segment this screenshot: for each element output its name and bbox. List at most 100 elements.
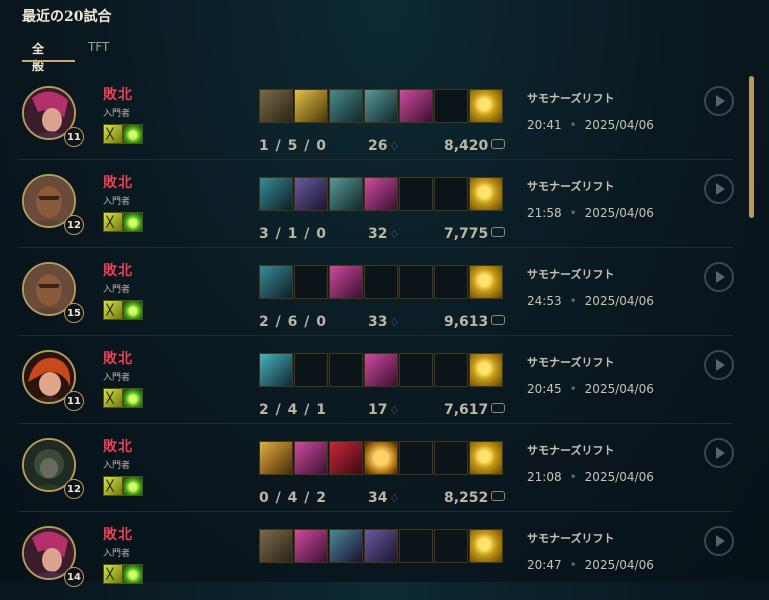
scrollbar-thumb[interactable] bbox=[749, 76, 754, 218]
empty-item-slot bbox=[399, 353, 433, 387]
replay-button[interactable] bbox=[704, 86, 734, 116]
kda-text: 1 / 5 / 0 bbox=[259, 138, 327, 154]
gem-item-icon bbox=[294, 441, 328, 475]
cs-value: 32 bbox=[368, 226, 388, 242]
flash-spell-icon: ᚷ bbox=[103, 476, 123, 496]
ward-trinket-icon bbox=[469, 353, 503, 387]
tab-general[interactable]: 全般 bbox=[32, 40, 44, 74]
replay-button[interactable] bbox=[704, 174, 734, 204]
gem-item-icon bbox=[364, 177, 398, 211]
ward-trinket-icon bbox=[469, 441, 503, 475]
cs-stat: 17 ♢ bbox=[368, 402, 399, 418]
flash-spell-icon: ᚷ bbox=[103, 212, 123, 232]
rank-label: 入門者 bbox=[103, 461, 131, 471]
match-row[interactable]: 14 敗北 入門者 ᚷ サモナーズリフト 20:47 • 2025/04/06 bbox=[0, 512, 745, 600]
game-mode: サモナーズリフト bbox=[527, 268, 615, 281]
match-result: 敗北 bbox=[103, 351, 133, 367]
champion-level-badge: 14 bbox=[64, 567, 84, 587]
minion-icon: ♢ bbox=[389, 492, 400, 505]
cs-value: 34 bbox=[368, 490, 388, 506]
replay-button[interactable] bbox=[704, 262, 734, 292]
gold-value: 7,775 bbox=[444, 226, 489, 242]
tab-active-underline bbox=[22, 60, 75, 62]
match-time: 20:47 • 2025/04/06 bbox=[527, 558, 654, 572]
match-row[interactable]: 12 敗北 入門者 ᚷ 3 / 1 / 0 32 ♢ 7,775 サモナーズリフト… bbox=[0, 160, 745, 248]
boots-item-icon bbox=[329, 441, 363, 475]
gem-item-icon bbox=[329, 265, 363, 299]
flash-spell-icon: ᚷ bbox=[103, 564, 123, 584]
play-icon bbox=[716, 95, 725, 107]
gold-coin-icon bbox=[491, 315, 506, 325]
blade-item-icon bbox=[294, 89, 328, 123]
flash-spell-icon: ᚷ bbox=[103, 388, 123, 408]
ward-trinket-icon bbox=[469, 265, 503, 299]
minion-icon: ♢ bbox=[389, 316, 400, 329]
champion-level-badge: 12 bbox=[64, 215, 84, 235]
heal-spell-icon bbox=[123, 388, 143, 408]
cs-stat: 32 ♢ bbox=[368, 226, 399, 242]
match-time: 20:41 • 2025/04/06 bbox=[527, 118, 654, 132]
match-result: 敗北 bbox=[103, 87, 133, 103]
kda-text: 2 / 6 / 0 bbox=[259, 314, 327, 330]
game-mode: サモナーズリフト bbox=[527, 444, 615, 457]
play-icon bbox=[716, 359, 725, 371]
empty-item-slot bbox=[294, 353, 328, 387]
game-duration: 24:53 bbox=[527, 294, 562, 308]
rank-label: 入門者 bbox=[103, 197, 131, 207]
cs-stat: 26 ♢ bbox=[368, 138, 399, 154]
empty-item-slot bbox=[399, 529, 433, 563]
game-mode: サモナーズリフト bbox=[527, 356, 615, 369]
match-row[interactable]: 15 敗北 入門者 ᚷ 2 / 6 / 0 33 ♢ 9,613 サモナーズリフト… bbox=[0, 248, 745, 336]
empty-item-slot bbox=[399, 177, 433, 211]
match-row[interactable]: 11 敗北 入門者 ᚷ 2 / 4 / 1 17 ♢ 7,617 サモナーズリフト… bbox=[0, 336, 745, 424]
gold-value: 8,252 bbox=[444, 490, 489, 506]
game-mode: サモナーズリフト bbox=[527, 532, 615, 545]
match-row[interactable]: 11 敗北 入門者 ᚷ 1 / 5 / 0 26 ♢ 8,420 サモナーズリフト… bbox=[0, 72, 745, 160]
gold-stat: 8,252 bbox=[444, 490, 506, 506]
cs-value: 26 bbox=[368, 138, 388, 154]
match-date: 2025/04/06 bbox=[584, 558, 654, 572]
tab-tft[interactable]: TFT bbox=[88, 40, 109, 54]
replay-button[interactable] bbox=[704, 350, 734, 380]
heal-spell-icon bbox=[123, 564, 143, 584]
match-date: 2025/04/06 bbox=[584, 382, 654, 396]
empty-item-slot bbox=[399, 265, 433, 299]
heal-spell-icon bbox=[123, 124, 143, 144]
minion-icon: ♢ bbox=[389, 228, 400, 241]
rank-label: 入門者 bbox=[103, 285, 131, 295]
match-row[interactable]: 12 敗北 入門者 ᚷ 0 / 4 / 2 34 ♢ 8,252 サモナーズリフト… bbox=[0, 424, 745, 512]
gold-coin-icon bbox=[491, 227, 506, 237]
match-result: 敗北 bbox=[103, 263, 133, 279]
match-result: 敗北 bbox=[103, 439, 133, 455]
empty-item-slot bbox=[434, 265, 468, 299]
play-icon bbox=[716, 535, 725, 547]
match-date: 2025/04/06 bbox=[584, 470, 654, 484]
replay-button[interactable] bbox=[704, 438, 734, 468]
cs-stat: 34 ♢ bbox=[368, 490, 399, 506]
chest-item-icon bbox=[259, 441, 293, 475]
boots-item-icon bbox=[259, 353, 293, 387]
empty-item-slot bbox=[434, 353, 468, 387]
boots-item-icon bbox=[259, 529, 293, 563]
cs-value: 17 bbox=[368, 402, 388, 418]
boots-item-icon bbox=[259, 89, 293, 123]
game-duration: 21:58 bbox=[527, 206, 562, 220]
boots-item-icon bbox=[259, 265, 293, 299]
gold-stat: 9,613 bbox=[444, 314, 506, 330]
gold-coin-icon bbox=[491, 403, 506, 413]
empty-item-slot bbox=[294, 265, 328, 299]
heal-spell-icon bbox=[123, 300, 143, 320]
empty-item-slot bbox=[399, 441, 433, 475]
game-duration: 20:41 bbox=[527, 118, 562, 132]
rank-label: 入門者 bbox=[103, 373, 131, 383]
gem-item-icon bbox=[399, 89, 433, 123]
gold-value: 7,617 bbox=[444, 402, 489, 418]
champion-level-badge: 11 bbox=[64, 127, 84, 147]
flash-spell-icon: ᚷ bbox=[103, 300, 123, 320]
replay-button[interactable] bbox=[704, 526, 734, 556]
ward-trinket-icon bbox=[469, 529, 503, 563]
sword-item-icon bbox=[329, 89, 363, 123]
gold-coin-icon bbox=[491, 491, 506, 501]
gold-stat: 7,617 bbox=[444, 402, 506, 418]
champion-level-badge: 15 bbox=[64, 303, 84, 323]
